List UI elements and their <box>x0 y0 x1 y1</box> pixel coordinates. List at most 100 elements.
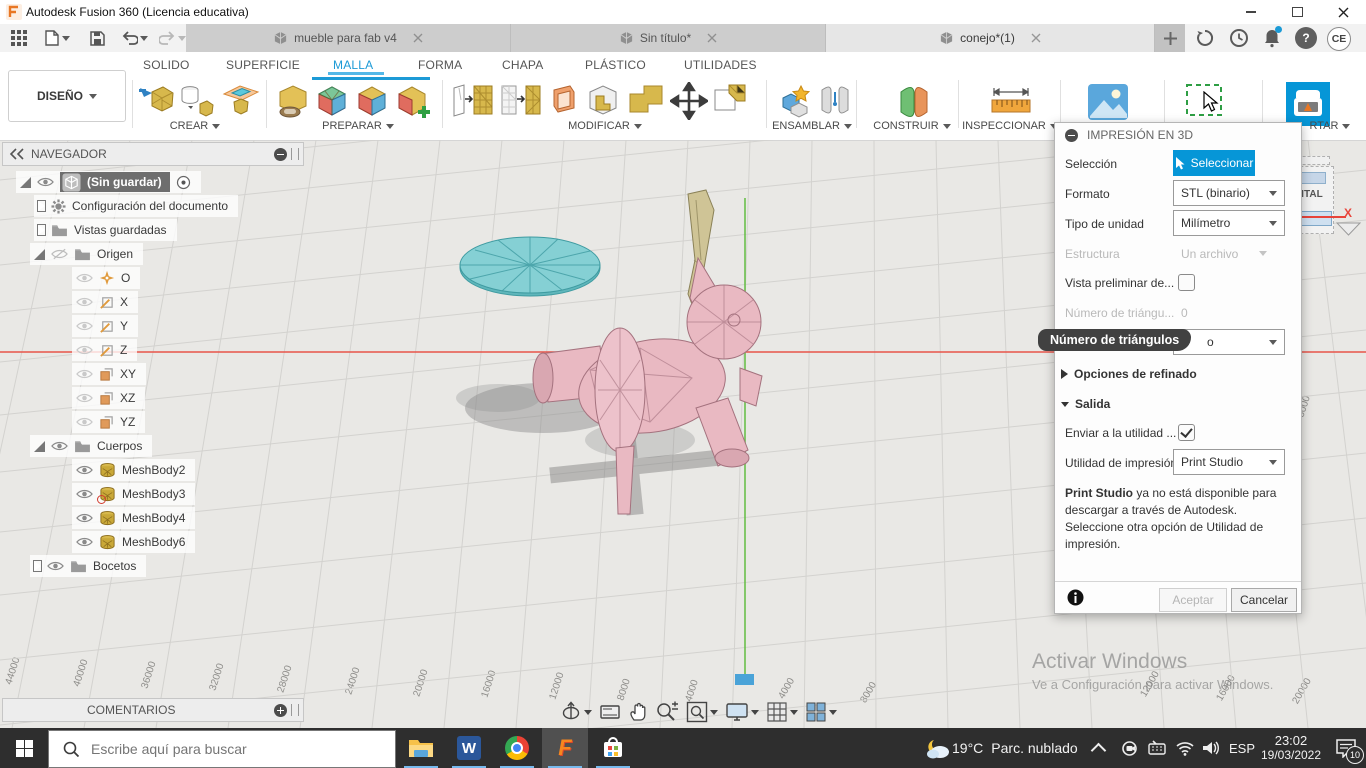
visibility-eye-icon[interactable] <box>76 512 93 524</box>
close-button[interactable] <box>1320 0 1366 24</box>
new-component-icon[interactable] <box>775 82 813 118</box>
expand-icon[interactable] <box>34 249 45 260</box>
expand-icon[interactable] <box>38 201 45 211</box>
fit-view-tool[interactable] <box>686 701 718 723</box>
tree-row-sketches[interactable]: Bocetos <box>0 554 146 578</box>
grid-settings-tool[interactable] <box>766 701 798 723</box>
minimize-button[interactable] <box>1228 0 1274 24</box>
close-tab-icon[interactable] <box>1031 33 1041 43</box>
avatar[interactable]: CE <box>1327 27 1351 51</box>
visibility-eye-icon[interactable] <box>47 560 64 572</box>
tree-row-axis-y[interactable]: Y <box>0 314 138 338</box>
refinement-options-section[interactable]: Opciones de refinado <box>1061 367 1197 381</box>
visibility-eye-icon[interactable] <box>76 272 93 284</box>
visibility-eye-icon[interactable] <box>51 440 68 452</box>
clock[interactable]: 23:02 19/03/2022 <box>1258 728 1324 768</box>
help-icon[interactable]: ? <box>1295 27 1317 49</box>
close-tab-icon[interactable] <box>413 33 423 43</box>
tab-mueble-para-fab[interactable]: mueble para fab v4 <box>186 24 511 52</box>
mesh-repair-icon[interactable] <box>314 82 350 120</box>
tree-row-bodies[interactable]: Cuerpos <box>0 434 152 458</box>
select-button[interactable]: Seleccionar <box>1173 150 1255 176</box>
sync-icon[interactable] <box>1194 27 1216 49</box>
group-label-inspeccionar[interactable]: INSPECCIONAR <box>952 120 1068 132</box>
create-mesh-icon[interactable] <box>178 82 214 120</box>
expand-icon[interactable] <box>38 225 45 235</box>
pan-tool[interactable] <box>628 701 648 723</box>
expand-icon[interactable] <box>20 177 31 188</box>
taskbar-chrome-button[interactable] <box>494 728 540 768</box>
wifi-icon[interactable] <box>1172 728 1198 768</box>
plane-cut-icon[interactable] <box>584 82 622 118</box>
tree-row-named-views[interactable]: Vistas guardadas <box>0 218 177 242</box>
orbit-tool[interactable] <box>560 701 592 723</box>
visibility-eye-icon[interactable] <box>37 176 54 188</box>
visibility-eye-icon[interactable] <box>76 368 93 380</box>
expand-comments-icon[interactable] <box>274 704 287 717</box>
tab-superficie[interactable]: SUPERFICIE <box>226 58 300 72</box>
visibility-eye-icon[interactable] <box>76 344 93 356</box>
tree-row-meshbody6[interactable]: MeshBody6 <box>0 530 195 554</box>
visibility-eye-icon[interactable] <box>76 536 93 548</box>
group-label-construir[interactable]: CONSTRUIR <box>862 120 962 132</box>
tree-row-origin[interactable]: Origen <box>0 242 143 266</box>
send-to-utility-checkbox[interactable] <box>1178 424 1195 441</box>
meet-now-icon[interactable] <box>1116 728 1142 768</box>
hidden-icons-chevron[interactable] <box>1086 728 1110 768</box>
tree-row-meshbody3[interactable]: MeshBody3 <box>0 482 195 506</box>
mesh-generate-icon[interactable] <box>394 82 434 120</box>
format-select[interactable]: STL (binario) <box>1173 180 1285 206</box>
tab-utilidades[interactable]: UTILIDADES <box>684 58 757 72</box>
volume-icon[interactable] <box>1198 728 1224 768</box>
joint-icon[interactable] <box>818 82 852 118</box>
visibility-eye-icon[interactable] <box>76 320 93 332</box>
active-document-radio-icon[interactable] <box>176 175 191 190</box>
accept-button[interactable]: Aceptar <box>1159 588 1227 612</box>
weather-widget[interactable]: 19°C Parc. nublado <box>952 728 1082 768</box>
tree-row-document[interactable]: (Sin guardar) <box>0 170 201 194</box>
tree-row-plane-xy[interactable]: XY <box>0 362 146 386</box>
cancel-button[interactable]: Cancelar <box>1231 588 1297 612</box>
notification-center-button[interactable]: 10 <box>1326 728 1366 768</box>
job-status-clock-icon[interactable] <box>1228 27 1250 49</box>
collapse-tree-icon[interactable] <box>274 148 287 161</box>
file-menu-button[interactable] <box>42 28 72 48</box>
tree-row-axis-x[interactable]: X <box>0 290 138 314</box>
group-label-modificar[interactable]: MODIFICAR <box>552 120 658 132</box>
insert-canvas-icon[interactable] <box>1086 82 1130 122</box>
construction-plane-icon[interactable] <box>893 82 933 122</box>
design-workspace-menu[interactable]: DISEÑO <box>8 70 126 122</box>
erase-fill-icon[interactable] <box>712 82 748 116</box>
mesh-plane-icon[interactable] <box>220 82 260 118</box>
mesh-solid-icon[interactable] <box>274 82 312 120</box>
combine-icon[interactable] <box>626 82 666 116</box>
reduce-icon[interactable] <box>500 82 542 118</box>
taskbar-store-button[interactable] <box>590 728 636 768</box>
group-label-preparar[interactable]: PREPARAR <box>308 120 408 132</box>
group-label-ensamblar[interactable]: ENSAMBLAR <box>760 120 864 132</box>
search-input[interactable] <box>89 740 373 758</box>
mesh-cyan-disc[interactable] <box>460 237 600 296</box>
tab-conejo[interactable]: conejo*(1) <box>826 24 1155 52</box>
comments-panel-header[interactable]: COMENTARIOS <box>2 698 304 722</box>
unit-type-select[interactable]: Milímetro <box>1173 210 1285 236</box>
close-tab-icon[interactable] <box>707 33 717 43</box>
new-tab-button[interactable] <box>1155 24 1185 52</box>
output-section[interactable]: Salida <box>1061 397 1110 411</box>
mesh-face-groups-icon[interactable] <box>354 82 390 120</box>
dialog-collapse-icon[interactable] <box>1065 129 1078 142</box>
visibility-eye-off-icon[interactable] <box>51 248 68 260</box>
expand-icon[interactable] <box>34 441 45 452</box>
viewcube-arrow[interactable] <box>1336 222 1362 238</box>
start-button[interactable] <box>0 728 48 768</box>
visibility-eye-icon[interactable] <box>76 488 93 500</box>
collapse-panel-icon[interactable] <box>9 148 25 160</box>
remesh-icon[interactable] <box>452 82 494 118</box>
visibility-eye-icon[interactable] <box>76 392 93 404</box>
tab-sin-titulo[interactable]: Sin título* <box>511 24 826 52</box>
zoom-tool[interactable] <box>655 701 679 723</box>
info-icon[interactable] <box>1067 589 1084 606</box>
viewports-tool[interactable] <box>805 701 837 723</box>
taskbar-word-button[interactable]: W <box>446 728 492 768</box>
redo-button[interactable] <box>156 28 188 48</box>
